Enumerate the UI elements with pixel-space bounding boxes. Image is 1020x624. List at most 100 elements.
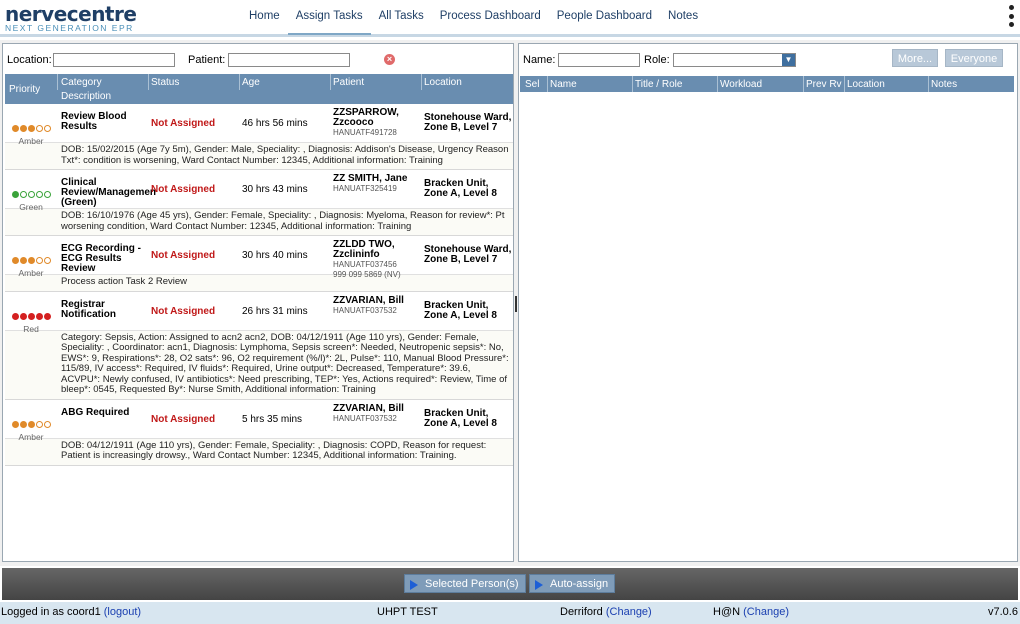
selected-persons-button[interactable]: Selected Person(s) [404,574,526,593]
staff-col-prev-rv[interactable]: Prev Rv [806,79,842,90]
play-icon [535,580,543,590]
task-row[interactable]: Amber ABG Required Not Assigned 5 hrs 35 mi… [5,400,513,466]
logo-name: nervecentre [5,2,137,26]
name-label: Name: [523,54,556,66]
nav-notes[interactable]: Notes [660,0,706,35]
nav-home[interactable]: Home [241,0,288,35]
kebab-menu-icon[interactable] [1007,5,1015,27]
action-bar: Selected Person(s) Auto-assign [2,568,1018,600]
logout-link[interactable]: (logout) [104,606,141,618]
priority-indicator: Amber [5,236,57,278]
col-description: Description [61,91,112,102]
col-patient[interactable]: Patient [333,77,364,88]
location-input[interactable] [53,53,175,67]
patient-name: ZZ SMITH, Jane [333,173,408,184]
task-status: Not Assigned [151,118,216,129]
col-location[interactable]: Location [424,77,462,88]
col-category[interactable]: Category [61,77,102,88]
status-bar: Logged in as coord1 (logout) UHPT TEST D… [0,602,1020,624]
nav-all-tasks[interactable]: All Tasks [371,0,432,35]
task-age: 46 hrs 56 mins [242,118,308,129]
clear-filter-icon[interactable]: × [384,54,395,65]
task-patient[interactable]: ZZVARIAN, Bill HANUATF037532 [333,402,421,424]
patient-input[interactable] [228,53,350,67]
nav-assign-tasks[interactable]: Assign Tasks [287,0,371,35]
nav-process-dashboard[interactable]: Process Dashboard [432,0,549,35]
task-location: Bracken Unit, Zone A, Level 8 [424,178,497,199]
priority-label: Green [19,202,43,212]
staff-col-location[interactable]: Location [847,79,885,90]
auto-assign-button[interactable]: Auto-assign [529,574,616,593]
task-age: 30 hrs 40 mins [242,250,308,261]
role-select[interactable]: ▼ [673,53,796,67]
patient-id: HANUATF037532 [333,413,397,423]
priority-dots-icon [5,312,57,320]
priority-label: Amber [18,136,44,146]
task-age: 26 hrs 31 mins [242,305,308,317]
task-table-header: Priority Category Status Age Patient Loc… [5,74,513,104]
task-location: Stonehouse Ward, Zone B, Level 7 [424,244,512,265]
staff-pane: Name: Role: ▼ More... Everyone Sel Name Ti… [518,43,1018,562]
main-nav: Home Assign Tasks All Tasks Process Dashboa… [241,0,706,37]
nav-people-dashboard[interactable]: People Dashboard [549,0,660,35]
priority-dots-icon [5,125,57,132]
name-input[interactable] [558,53,640,67]
task-row[interactable]: Amber ECG Recording - ECG Results Review N… [5,236,513,292]
task-description: Process action Task 2 Review [5,274,513,291]
staff-col-sel[interactable]: Sel [525,79,539,90]
logo-tagline: NEXT GENERATION EPR [5,23,134,33]
task-row[interactable]: Red Registrar Notification Not Assigned 26 … [5,292,513,400]
main-content: Location: Patient: × Priority Category S… [0,40,1020,566]
patient-name: ZZVARIAN, Bill [333,294,404,306]
everyone-button[interactable]: Everyone [945,49,1003,67]
task-age: 30 hrs 43 mins [242,184,308,195]
priority-label: Amber [18,268,44,278]
patient-name: ZZVARIAN, Bill [333,402,404,414]
task-patient[interactable]: ZZ SMITH, Jane HANUATF325419 [333,174,421,194]
patient-label: Patient: [188,54,226,66]
more-button[interactable]: More... [892,49,938,67]
task-category: Review Blood Results [61,111,127,132]
chevron-down-icon[interactable]: ▼ [782,54,795,66]
task-row[interactable]: Green Clinical Review/Managemen (Green) No… [5,170,513,236]
hn-text: H@N (Change) [713,606,789,618]
task-list: Amber Review Blood Results Not Assigned 46 … [5,104,513,466]
priority-dots-icon [5,420,57,428]
task-patient[interactable]: ZZLDD TWO, Zzclininfo HANUATF037456 999 09… [333,240,421,280]
change-hospital-link[interactable]: (Change) [606,606,652,618]
change-hn-link[interactable]: (Change) [743,606,789,618]
col-age[interactable]: Age [242,77,260,88]
task-location: Stonehouse Ward, Zone B, Level 7 [424,112,512,133]
task-status: Not Assigned [151,250,216,261]
patient-name: ZZLDD TWO, Zzclininfo [333,239,395,260]
staff-col-title-role[interactable]: Title / Role [635,79,682,90]
task-row[interactable]: Amber Review Blood Results Not Assigned 46 … [5,104,513,170]
nervecentre-logo[interactable]: nervecentre NEXT GENERATION EPR [5,2,137,33]
staff-col-name[interactable]: Name [550,79,577,90]
col-priority[interactable]: Priority [9,84,40,95]
play-icon [410,580,418,590]
staff-col-notes[interactable]: Notes [931,79,957,90]
priority-dots-icon [5,191,57,198]
staff-col-workload[interactable]: Workload [720,79,762,90]
task-filter-bar: Location: Patient: × [3,50,513,72]
priority-indicator: Amber [5,104,57,146]
role-label: Role: [644,54,670,66]
pane-splitter[interactable] [515,296,517,312]
task-category: Registrar Notification [61,298,116,320]
hospital-text: Derriford (Change) [560,606,652,618]
task-status: Not Assigned [151,184,216,195]
task-description: Category: Sepsis, Action: Assigned to ac… [5,329,513,399]
task-status: Not Assigned [151,305,216,317]
task-patient[interactable]: ZZVARIAN, Bill HANUATF037532 [333,294,421,316]
version-text: v7.0.6 [988,606,1018,618]
patient-id: HANUATF037532 [333,305,397,315]
patient-id: HANUATF325419 [333,184,397,193]
app-header: nervecentre NEXT GENERATION EPR Home Assi… [0,0,1020,37]
col-status[interactable]: Status [151,77,179,88]
patient-nhs-number: 999 099 5869 (NV) [333,270,401,279]
task-patient[interactable]: ZZSPARROW, Zzcooco HANUATF491728 [333,108,421,138]
task-status: Not Assigned [151,413,216,425]
location-label: Location: [7,54,52,66]
priority-indicator: Green [5,170,57,212]
